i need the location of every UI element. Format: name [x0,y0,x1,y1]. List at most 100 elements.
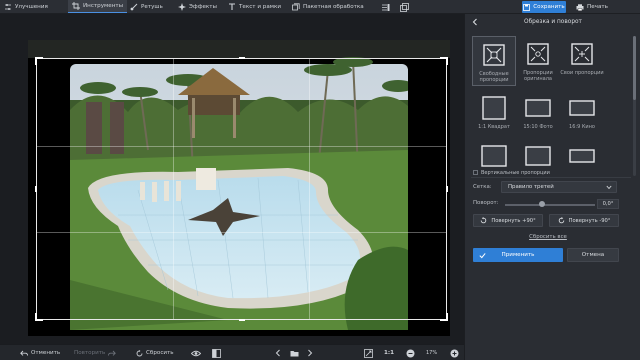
cinema-ratio-icon [569,95,595,121]
rotation-label: Поворот: [473,200,499,206]
back-arrow-icon[interactable] [471,18,479,26]
rotation-slider-knob[interactable] [539,201,545,207]
preset-wide[interactable] [560,142,604,170]
prev-image-icon[interactable] [272,347,284,359]
preset-portrait[interactable] [472,142,516,170]
text-icon [228,2,236,11]
preset-square[interactable]: 1:1 Квадрат [472,90,516,140]
before-after-icon[interactable] [210,347,222,359]
undo-button[interactable]: Отменить [20,348,60,358]
preset-original-ratio-label: Пропорции оригинала [523,70,553,82]
tab-batch[interactable]: Пакетная обработка [292,0,364,13]
preset-cinema[interactable]: 16:9 Кино [560,90,604,140]
tab-text-frames[interactable]: Текст и рамки [228,0,281,13]
compare-icon[interactable] [380,2,390,12]
redo-icon [108,350,117,357]
print-button[interactable]: Печать [572,1,612,13]
preset-square-label: 1:1 Квадрат [478,124,510,130]
crop-handle-top[interactable] [238,57,245,59]
rotation-value: 0,0° [602,201,614,207]
reset-label: Сбросить [146,350,174,356]
actual-size-label: 1:1 [384,350,395,356]
tab-text-frames-label: Текст и рамки [239,3,281,10]
tab-tools[interactable]: Инструменты [68,0,128,13]
zoom-value: 17% [426,348,437,358]
cancel-button[interactable]: Отмена [567,248,619,262]
redo-label: Повторить [74,350,106,356]
layers-icon[interactable] [399,2,409,12]
save-button[interactable]: Сохранить [522,1,566,13]
crop-handle-bottom[interactable] [238,319,245,321]
tab-effects-label: Эффекты [189,3,217,10]
crop-handle-left[interactable] [35,186,37,192]
thirds-grid-line [37,145,446,147]
next-image-icon[interactable] [304,347,316,359]
panel-title: Обрезка и поворот [524,19,582,25]
tab-enhancements-label: Улучшения [15,3,48,10]
fit-screen-icon[interactable] [362,347,374,359]
crop-handle-top-right[interactable] [446,57,448,65]
preset-custom-ratio[interactable]: Свои пропорции [560,36,604,86]
crop-frame[interactable] [35,57,448,321]
divider [471,177,631,178]
preset-photo[interactable]: 15:10 Фото [516,90,560,140]
grid-select[interactable]: Правило третей [501,181,617,193]
tab-effects[interactable]: Эффекты [178,0,217,13]
grid-label: Сетка: [473,184,492,190]
zoom-value-label: 17% [426,350,438,356]
presets-scroll-thumb[interactable] [633,36,636,100]
apply-label: Применить [501,252,535,258]
crop-handle-bottom-right[interactable] [446,313,448,321]
panel-header: Обрезка и поворот [465,14,640,30]
crop-handle-bottom-left[interactable] [35,313,37,321]
check-icon [479,252,486,258]
preset-cinema-label: 16:9 Кино [569,124,595,130]
actual-size-button[interactable]: 1:1 [384,348,394,358]
undo-label: Отменить [31,350,61,356]
save-label: Сохранить [533,4,565,10]
tab-retouch[interactable]: Ретушь [130,0,163,13]
zoom-out-icon[interactable] [404,347,416,359]
reset-button[interactable]: Сбросить [136,348,174,358]
save-icon [523,3,531,11]
top-toolbar: Улучшения Инструменты Ретушь Эффекты Тек… [0,0,640,14]
rotate-plus-90-button[interactable]: Повернуть +90° [473,214,543,227]
apply-button[interactable]: Применить [473,248,563,262]
tab-batch-label: Пакетная обработка [303,3,364,10]
square-ratio-icon [481,95,507,121]
undo-icon [20,350,28,357]
folder-icon[interactable] [288,347,300,359]
zoom-in-icon[interactable] [448,347,460,359]
rotation-slider-track[interactable] [505,204,595,206]
sliders-icon [4,3,12,11]
rotate-right-icon [558,217,564,224]
rotate-plus-90-label: Повернуть +90° [491,217,536,224]
free-crop-icon [481,42,507,68]
redo-button[interactable]: Повторить [74,348,117,358]
crop-handle-top-left[interactable] [35,57,37,65]
rotate-minus-90-button[interactable]: Повернуть -90° [549,214,619,227]
preset-custom-ratio-label: Свои пропорции [560,70,604,76]
tab-tools-label: Инструменты [83,3,124,9]
rotation-value-field[interactable]: 0,0° [597,199,619,209]
work-area [0,14,464,344]
crop-rotate-panel: Обрезка и поворот Свободные пропорции Пр… [464,14,640,360]
wide-ratio-icon [569,145,595,167]
preset-original-ratio[interactable]: Пропорции оригинала [516,36,560,86]
reset-all-link[interactable]: Сбросить все [465,234,631,240]
tab-enhancements[interactable]: Улучшения [4,0,48,13]
photo-ratio-icon [525,95,551,121]
crop-handle-right[interactable] [446,186,448,192]
original-ratio-icon [525,41,551,67]
reset-icon [136,349,143,357]
vertical-proportions-label: Вертикальные пропорции [481,170,550,176]
preset-free-ratio-label: Свободные пропорции [479,71,509,83]
vertical-proportions-checkbox[interactable] [473,170,478,175]
sparkle-icon [178,2,186,11]
preset-free-ratio[interactable]: Свободные пропорции [472,36,516,86]
photo-editor-app: Улучшения Инструменты Ретушь Эффекты Тек… [0,0,640,360]
thirds-grid-line [37,232,446,234]
eye-icon[interactable] [190,347,202,359]
preset-landscape[interactable] [516,142,560,170]
landscape-ratio-icon [525,145,551,167]
